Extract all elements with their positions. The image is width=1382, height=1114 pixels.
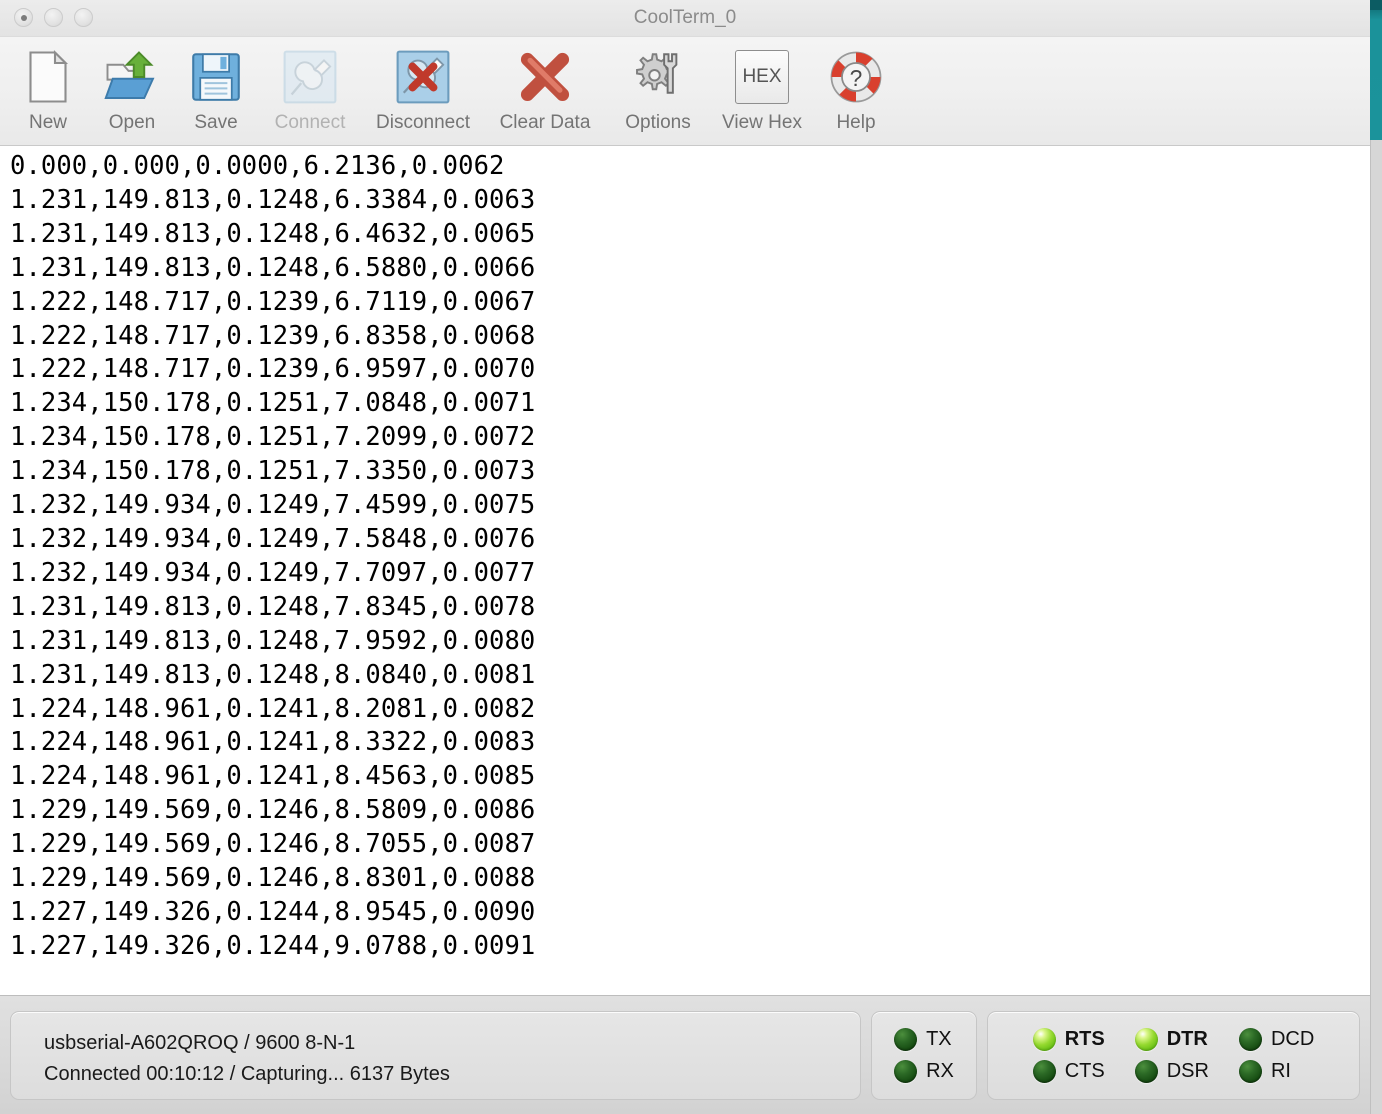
toolbar-label-options: Options xyxy=(625,112,690,134)
terminal-line: 1.231,149.813,0.1248,8.0840,0.0081 xyxy=(10,659,1370,693)
terminal-line: 0.000,0.000,0.0000,6.2136,0.0062 xyxy=(10,150,1370,184)
save-floppy-icon xyxy=(188,43,244,111)
terminal-line: 1.229,149.569,0.1246,8.7055,0.0087 xyxy=(10,828,1370,862)
terminal-line: 1.231,149.813,0.1248,6.3384,0.0063 xyxy=(10,184,1370,218)
led-indicator-dsr-icon xyxy=(1135,1060,1158,1083)
led-cell-dcd: DCD xyxy=(1239,1028,1314,1051)
window-title: CoolTerm_0 xyxy=(0,7,1370,29)
toolbar-label-help: Help xyxy=(836,112,875,134)
terminal-line: 1.234,150.178,0.1251,7.3350,0.0073 xyxy=(10,455,1370,489)
data-led-panel: TX RX xyxy=(871,1011,977,1100)
terminal-line: 1.224,148.961,0.1241,8.4563,0.0085 xyxy=(10,760,1370,794)
led-indicator-rx-icon xyxy=(894,1060,917,1083)
capture-status-text: Connected 00:10:12 / Capturing... 6137 B… xyxy=(44,1059,860,1090)
terminal-line: 1.231,149.813,0.1248,7.8345,0.0078 xyxy=(10,591,1370,625)
led-label-dsr: DSR xyxy=(1167,1060,1209,1083)
connect-plug-icon xyxy=(282,43,338,111)
toolbar-label-connect: Connect xyxy=(275,112,346,134)
led-cell-dtr: DTR xyxy=(1135,1028,1209,1051)
toolbar-button-disconnect[interactable]: Disconnect xyxy=(362,43,484,134)
led-cell-ri: RI xyxy=(1239,1060,1314,1083)
terminal-line: 1.224,148.961,0.1241,8.2081,0.0082 xyxy=(10,693,1370,727)
toolbar-button-options[interactable]: Options xyxy=(606,43,710,134)
toolbar-label-view-hex: View Hex xyxy=(722,112,802,134)
terminal-line: 1.227,149.326,0.1244,9.0788,0.0091 xyxy=(10,930,1370,964)
led-label-dcd: DCD xyxy=(1271,1028,1314,1051)
life-ring-help-icon: ? xyxy=(828,43,884,111)
toolbar-button-new[interactable]: New xyxy=(6,43,90,134)
terminal-line: 1.222,148.717,0.1239,6.9597,0.0070 xyxy=(10,353,1370,387)
control-led-panel: RTS CTS DTR DSR DCD RI xyxy=(987,1011,1360,1100)
toolbar-label-clear-data: Clear Data xyxy=(500,112,591,134)
gear-wrench-icon xyxy=(630,43,686,111)
open-folder-icon xyxy=(104,43,160,111)
terminal-line: 1.234,150.178,0.1251,7.0848,0.0071 xyxy=(10,387,1370,421)
terminal-line: 1.224,148.961,0.1241,8.3322,0.0083 xyxy=(10,726,1370,760)
control-led-grid: RTS CTS DTR DSR DCD RI xyxy=(1033,1023,1315,1087)
toolbar-label-disconnect: Disconnect xyxy=(376,112,470,134)
terminal-line: 1.222,148.717,0.1239,6.7119,0.0067 xyxy=(10,286,1370,320)
terminal-line: 1.222,148.717,0.1239,6.8358,0.0068 xyxy=(10,320,1370,354)
led-label-dtr: DTR xyxy=(1167,1028,1208,1051)
terminal-line: 1.232,149.934,0.1249,7.4599,0.0075 xyxy=(10,489,1370,523)
toolbar-button-help[interactable]: ? Help xyxy=(814,43,898,134)
terminal-output[interactable]: 0.000,0.000,0.0000,6.2136,0.00621.231,14… xyxy=(0,146,1370,995)
terminal-line: 1.231,149.813,0.1248,7.9592,0.0080 xyxy=(10,625,1370,659)
status-bar: usbserial-A602QROQ / 9600 8-N-1 Connecte… xyxy=(0,995,1370,1114)
toolbar-button-connect: Connect xyxy=(258,43,362,134)
terminal-line: 1.229,149.569,0.1246,8.5809,0.0086 xyxy=(10,794,1370,828)
terminal-line: 1.231,149.813,0.1248,6.5880,0.0066 xyxy=(10,252,1370,286)
led-indicator-cts-icon xyxy=(1033,1060,1056,1083)
title-bar: CoolTerm_0 xyxy=(0,0,1370,37)
terminal-line: 1.229,149.569,0.1246,8.8301,0.0088 xyxy=(10,862,1370,896)
led-indicator-dcd-icon xyxy=(1239,1028,1262,1051)
toolbar-label-save: Save xyxy=(194,112,237,134)
led-label-cts: CTS xyxy=(1065,1060,1105,1083)
led-indicator-tx-icon xyxy=(894,1028,917,1051)
hex-button-icon: HEX xyxy=(735,43,789,111)
led-indicator-ri-icon xyxy=(1239,1060,1262,1083)
led-label-ri: RI xyxy=(1271,1060,1291,1083)
led-indicator-rts-icon xyxy=(1033,1028,1056,1051)
led-cell-rts: RTS xyxy=(1033,1028,1105,1051)
disconnect-plug-icon xyxy=(395,43,451,111)
led-indicator-dtr-icon xyxy=(1135,1028,1158,1051)
led-label-tx: TX xyxy=(926,1028,952,1051)
toolbar: New Open Save Connect Disconnect Clear Data Op… xyxy=(0,37,1370,146)
toolbar-button-save[interactable]: Save xyxy=(174,43,258,134)
led-cell-cts: CTS xyxy=(1033,1060,1105,1083)
connection-status-panel: usbserial-A602QROQ / 9600 8-N-1 Connecte… xyxy=(10,1011,861,1100)
clear-x-icon xyxy=(517,43,573,111)
led-label-rts: RTS xyxy=(1065,1028,1105,1051)
terminal-line: 1.232,149.934,0.1249,7.7097,0.0077 xyxy=(10,557,1370,591)
led-cell-rx: RX xyxy=(894,1060,954,1083)
coolterm-window: CoolTerm_0 New Open Save Connect Disconnect C… xyxy=(0,0,1370,1114)
terminal-line: 1.234,150.178,0.1251,7.2099,0.0072 xyxy=(10,421,1370,455)
led-label-rx: RX xyxy=(926,1060,954,1083)
data-led-grid: TX RX xyxy=(894,1023,954,1087)
toolbar-button-clear-data[interactable]: Clear Data xyxy=(484,43,606,134)
terminal-line: 1.227,149.326,0.1244,8.9545,0.0090 xyxy=(10,896,1370,930)
toolbar-button-view-hex[interactable]: HEXView Hex xyxy=(710,43,814,134)
desktop-accent-strip xyxy=(1370,0,1382,140)
led-cell-tx: TX xyxy=(894,1028,954,1051)
terminal-line: 1.232,149.934,0.1249,7.5848,0.0076 xyxy=(10,523,1370,557)
toolbar-button-open[interactable]: Open xyxy=(90,43,174,134)
toolbar-label-new: New xyxy=(29,112,67,134)
new-document-icon xyxy=(20,43,76,111)
window-right-gutter xyxy=(1370,140,1382,1114)
led-cell-dsr: DSR xyxy=(1135,1060,1209,1083)
connection-settings-text: usbserial-A602QROQ / 9600 8-N-1 xyxy=(44,1028,860,1059)
svg-text:?: ? xyxy=(850,65,863,91)
terminal-line: 1.231,149.813,0.1248,6.4632,0.0065 xyxy=(10,218,1370,252)
toolbar-label-open: Open xyxy=(109,112,155,134)
